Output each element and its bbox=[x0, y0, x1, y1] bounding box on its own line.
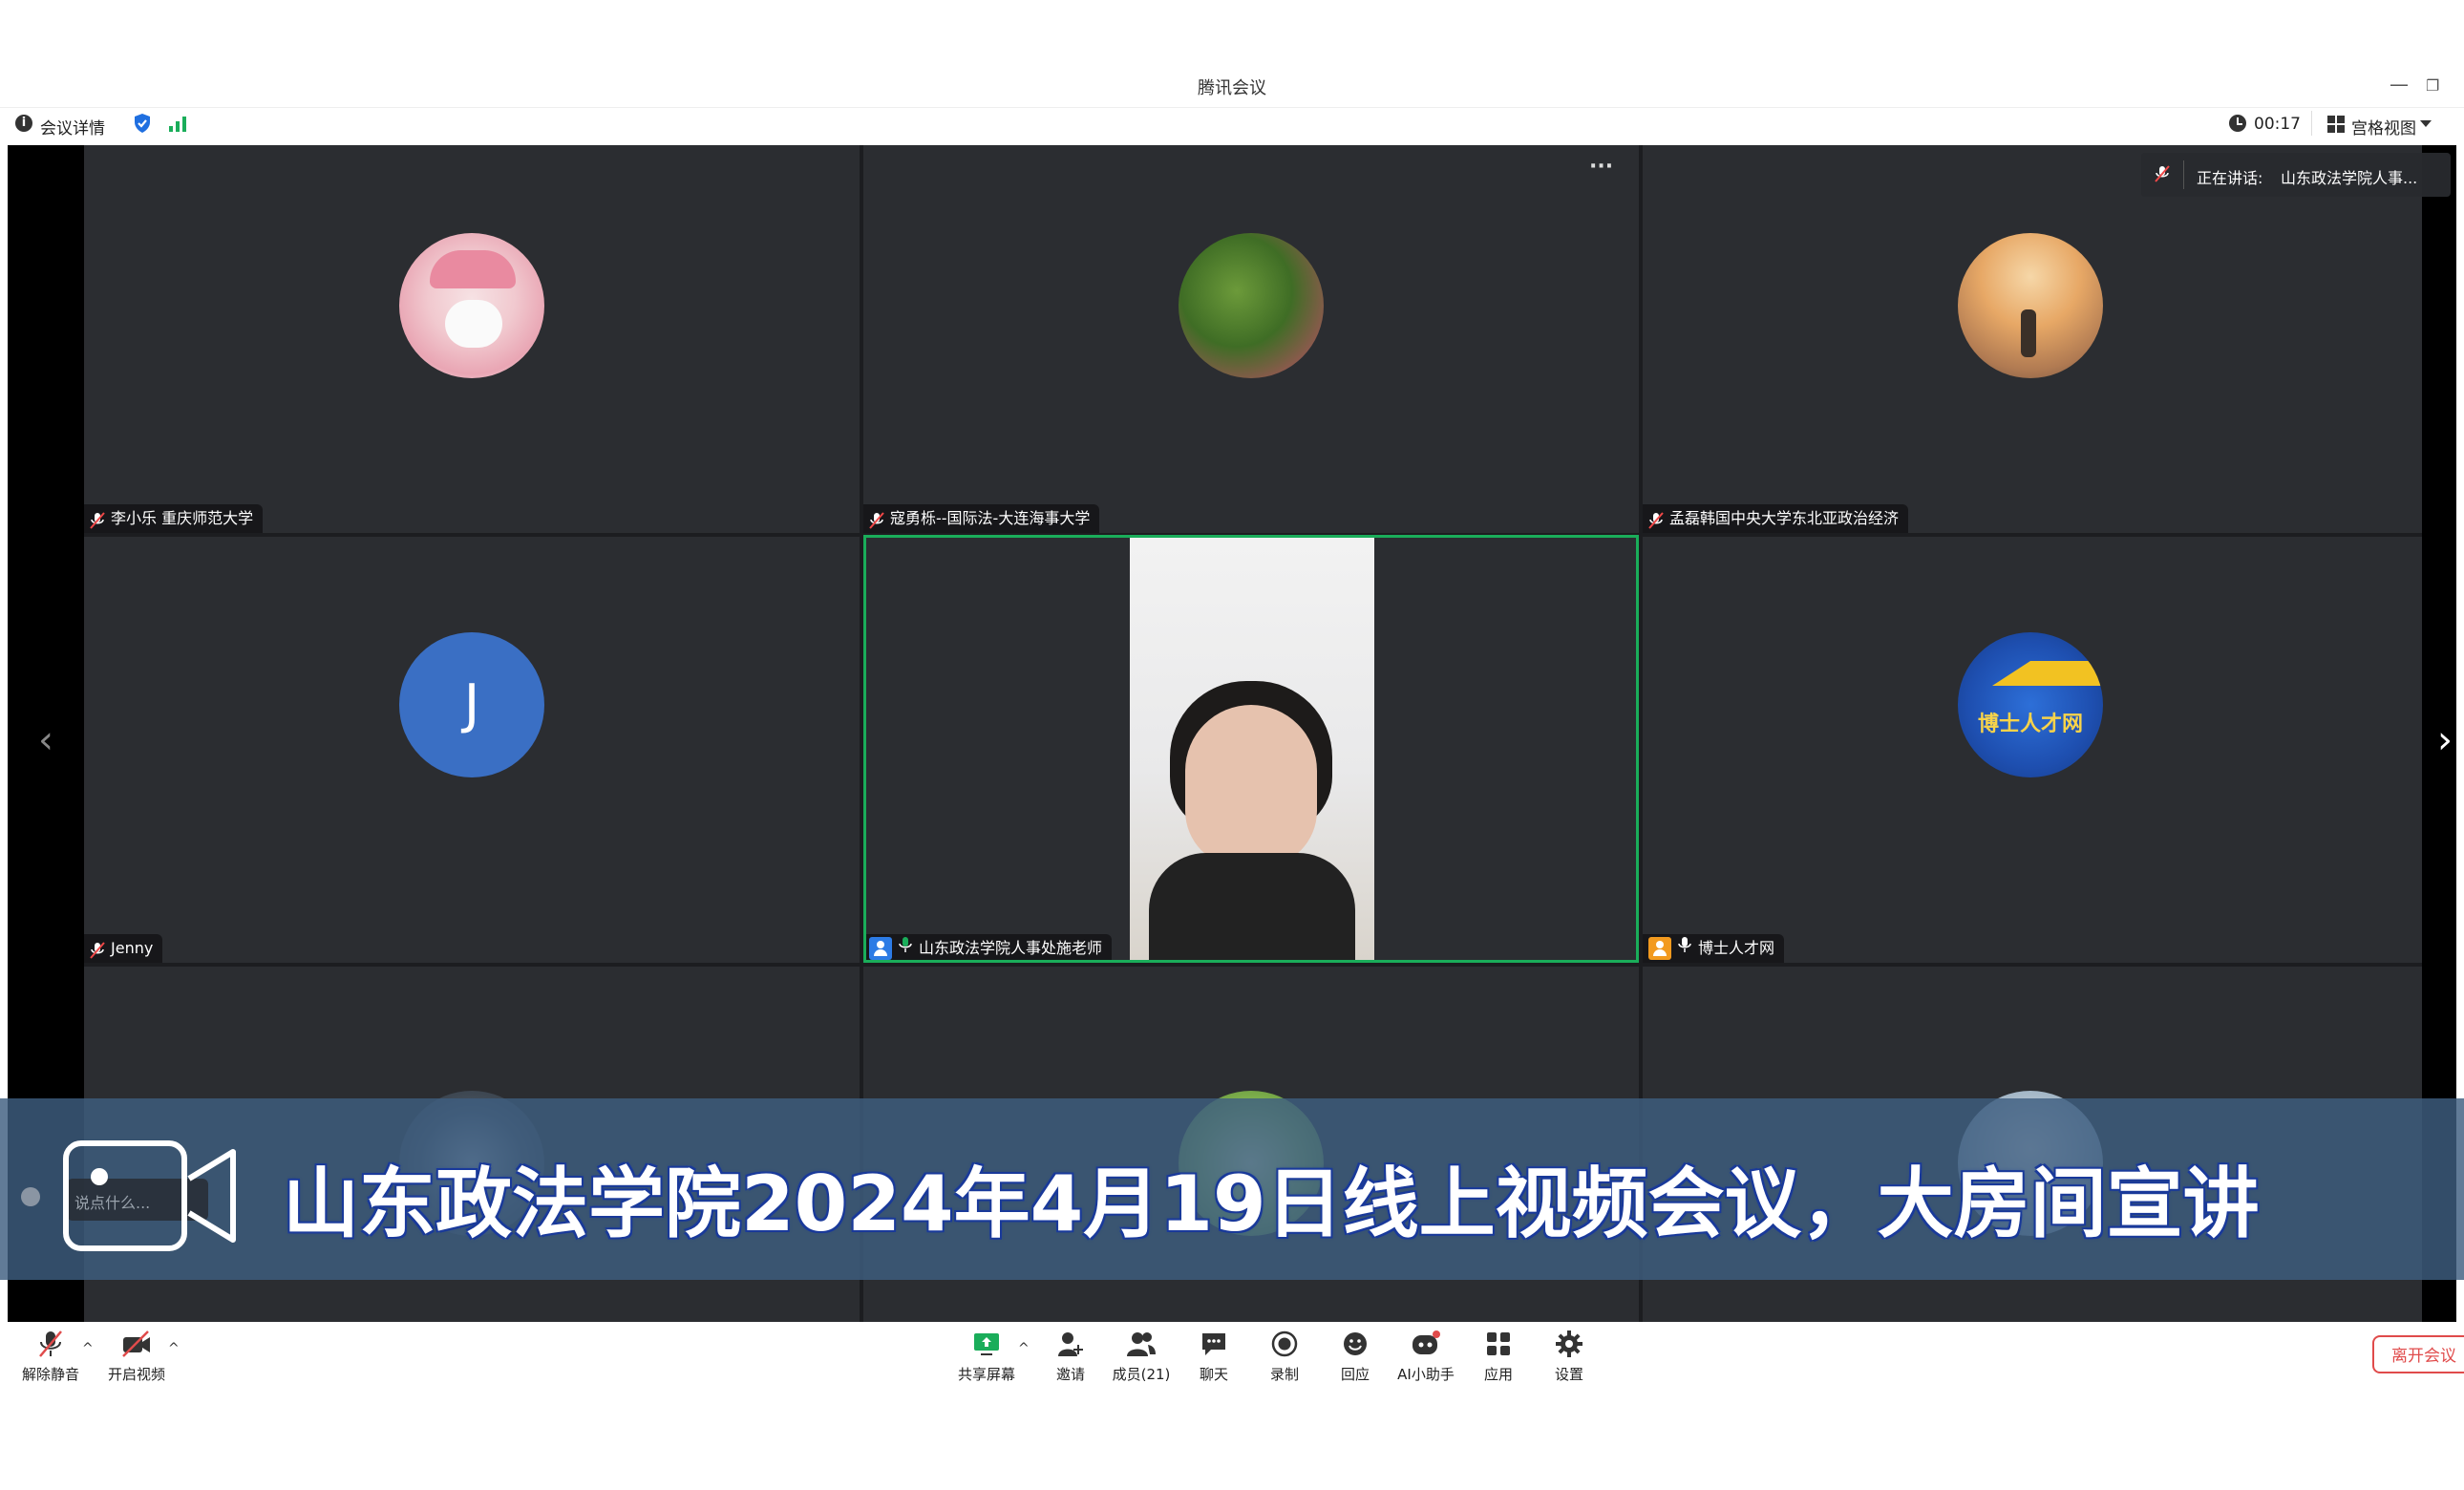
meeting-timer: 00:17 bbox=[2254, 115, 2301, 134]
avatar bbox=[1958, 233, 2103, 378]
speaking-name: 山东政法学院人事... bbox=[2281, 169, 2418, 187]
share-screen-button[interactable]: 共享屏幕 bbox=[944, 1330, 1030, 1384]
chevron-down-icon[interactable] bbox=[2420, 120, 2432, 127]
unmute-label: 解除静音 bbox=[21, 1366, 79, 1383]
active-speaker-tile[interactable]: 山东政法学院人事处施老师 bbox=[863, 535, 1639, 963]
security-shield-icon[interactable] bbox=[133, 113, 152, 138]
participant-tile[interactable]: 博士人才网 博士人才网 bbox=[1643, 537, 2422, 963]
clock-icon bbox=[2229, 115, 2246, 132]
logo-avatar: 博士人才网 bbox=[1958, 632, 2103, 777]
gear-icon bbox=[1526, 1330, 1612, 1360]
participant-tile[interactable]: 李小乐 重庆师范大学 bbox=[84, 145, 860, 533]
meeting-details-link[interactable]: 会议详情 bbox=[40, 115, 105, 138]
avatar-initial: J bbox=[399, 632, 544, 777]
participant-name: 李小乐 重庆师范大学 bbox=[111, 509, 254, 527]
banner-title: 山东政法学院2024年4月19日线上视频会议，大房间宣讲 bbox=[283, 1160, 2260, 1248]
ai-assistant-label: AI小助手 bbox=[1397, 1366, 1455, 1383]
mic-muted-icon bbox=[1648, 510, 1664, 529]
participant-name: 博士人才网 bbox=[1698, 939, 1775, 957]
minimize-icon[interactable]: — bbox=[2390, 73, 2409, 96]
speaking-label: 正在讲话: bbox=[2197, 169, 2263, 187]
mic-muted-icon bbox=[90, 510, 105, 529]
mic-muted-icon bbox=[2155, 165, 2170, 186]
mic-muted-icon bbox=[90, 940, 105, 959]
video-camera-icon bbox=[63, 1140, 239, 1255]
emoji-icon[interactable] bbox=[21, 1187, 40, 1206]
info-icon[interactable]: i bbox=[15, 115, 32, 132]
participant-namebar: 孟磊韩国中央大学东北亚政治经济 bbox=[1643, 504, 1909, 533]
start-video-button[interactable]: 开启视频 bbox=[94, 1330, 180, 1384]
speaker-video bbox=[1130, 538, 1374, 960]
mic-muted-icon bbox=[8, 1330, 94, 1360]
logo-text: 博士人才网 bbox=[1977, 713, 2083, 736]
participant-namebar: 李小乐 重庆师范大学 bbox=[84, 504, 264, 533]
restore-icon[interactable]: ❐ bbox=[2426, 76, 2439, 95]
participant-namebar: 博士人才网 bbox=[1643, 934, 1785, 963]
reactions-label: 回应 bbox=[1340, 1366, 1370, 1383]
view-mode-button[interactable]: 宫格视图 bbox=[2351, 115, 2416, 138]
network-signal-icon[interactable] bbox=[168, 117, 187, 136]
start-video-label: 开启视频 bbox=[107, 1366, 165, 1383]
participant-tile[interactable]: 孟磊韩国中央大学东北亚政治经济 bbox=[1643, 145, 2422, 533]
participant-name: 山东政法学院人事处施老师 bbox=[919, 939, 1103, 957]
prev-page-arrow-icon[interactable]: ‹ bbox=[38, 718, 53, 762]
participant-name: 寇勇栎--国际法-大连海事大学 bbox=[890, 509, 1091, 527]
more-options-icon[interactable]: ··· bbox=[1589, 155, 1613, 179]
members-label: 成员(21) bbox=[1112, 1366, 1171, 1383]
participant-namebar: Jenny bbox=[84, 934, 163, 963]
host-badge-icon bbox=[869, 937, 892, 960]
mic-muted-icon bbox=[869, 510, 884, 529]
window-title: 腾讯会议 bbox=[1198, 78, 1266, 98]
speaking-indicator: 正在讲话: 山东政法学院人事... bbox=[2141, 153, 2451, 197]
participant-name: Jenny bbox=[111, 939, 154, 957]
next-page-arrow-icon[interactable]: › bbox=[2437, 718, 2453, 762]
divider bbox=[2183, 160, 2184, 189]
share-screen-icon bbox=[944, 1330, 1030, 1360]
chat-label: 聊天 bbox=[1199, 1366, 1228, 1383]
mic-on-icon bbox=[1677, 934, 1692, 963]
record-label: 录制 bbox=[1269, 1366, 1299, 1383]
apps-label: 应用 bbox=[1483, 1366, 1513, 1383]
guest-badge-icon bbox=[1648, 937, 1671, 960]
mic-on-icon bbox=[898, 934, 913, 960]
divider bbox=[2311, 111, 2312, 136]
share-screen-label: 共享屏幕 bbox=[957, 1366, 1015, 1383]
participant-namebar: 寇勇栎--国际法-大连海事大学 bbox=[863, 504, 1100, 533]
camera-off-icon bbox=[94, 1330, 180, 1360]
participant-tile[interactable]: ··· 寇勇栎--国际法-大连海事大学 bbox=[863, 145, 1639, 533]
graduation-cap-icon bbox=[1992, 661, 2103, 686]
avatar bbox=[1179, 233, 1324, 378]
participant-tile[interactable]: J Jenny bbox=[84, 537, 860, 963]
settings-button[interactable]: 设置 bbox=[1526, 1330, 1612, 1384]
participant-namebar: 山东政法学院人事处施老师 bbox=[866, 934, 1113, 960]
meeting-info-bar bbox=[0, 107, 2464, 146]
avatar bbox=[399, 233, 544, 378]
unmute-button[interactable]: 解除静音 bbox=[8, 1330, 94, 1384]
settings-label: 设置 bbox=[1554, 1366, 1583, 1383]
leave-meeting-button[interactable]: 离开会议 bbox=[2372, 1335, 2464, 1373]
grid-view-icon[interactable] bbox=[2327, 116, 2345, 137]
video-options-chevron-icon[interactable]: ^ bbox=[168, 1341, 180, 1356]
audio-options-chevron-icon[interactable]: ^ bbox=[82, 1341, 94, 1356]
invite-label: 邀请 bbox=[1055, 1366, 1085, 1383]
participant-name: 孟磊韩国中央大学东北亚政治经济 bbox=[1669, 509, 1900, 527]
